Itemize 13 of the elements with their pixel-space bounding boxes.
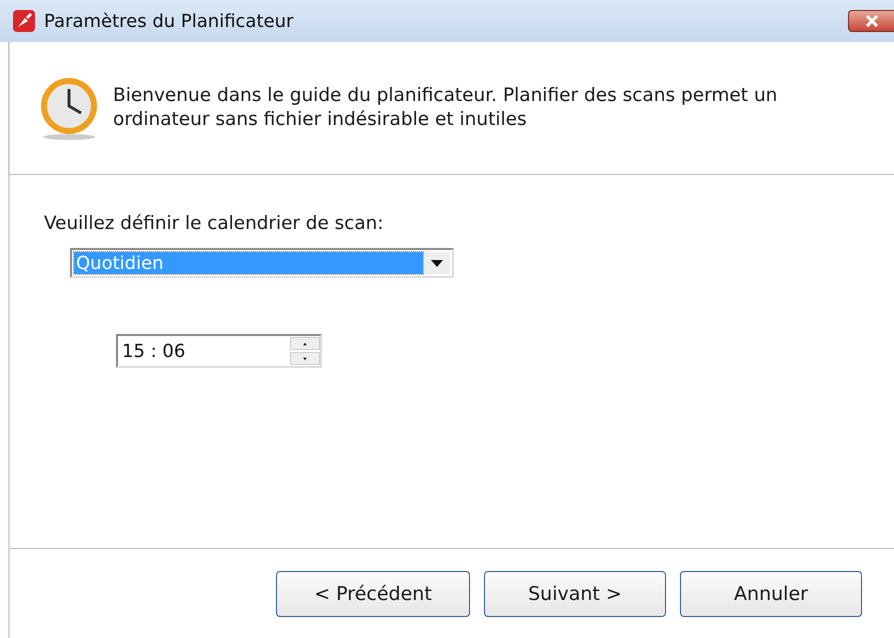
clock-icon [39, 75, 99, 141]
dropdown-arrow-icon [431, 260, 443, 266]
window-title: Paramètres du Planificateur [44, 10, 294, 32]
wizard-button[interactable]: Suivant > [484, 570, 666, 616]
welcome-message: Bienvenue dans le guide du planificateur. Planifier des scans permet un ordinateur sans fichier indésirable et inutiles [113, 84, 778, 132]
spin-up-icon[interactable] [290, 337, 320, 350]
wizard-button[interactable]: Annuler [680, 570, 862, 616]
app-icon [12, 9, 36, 33]
schedule-label: Veuillez définir le calendrier de scan: [44, 213, 384, 234]
spin-down-icon[interactable] [290, 352, 320, 365]
close-icon [864, 15, 878, 27]
close-button[interactable] [848, 10, 894, 32]
wizard-button[interactable]: < Précédent [276, 570, 470, 616]
